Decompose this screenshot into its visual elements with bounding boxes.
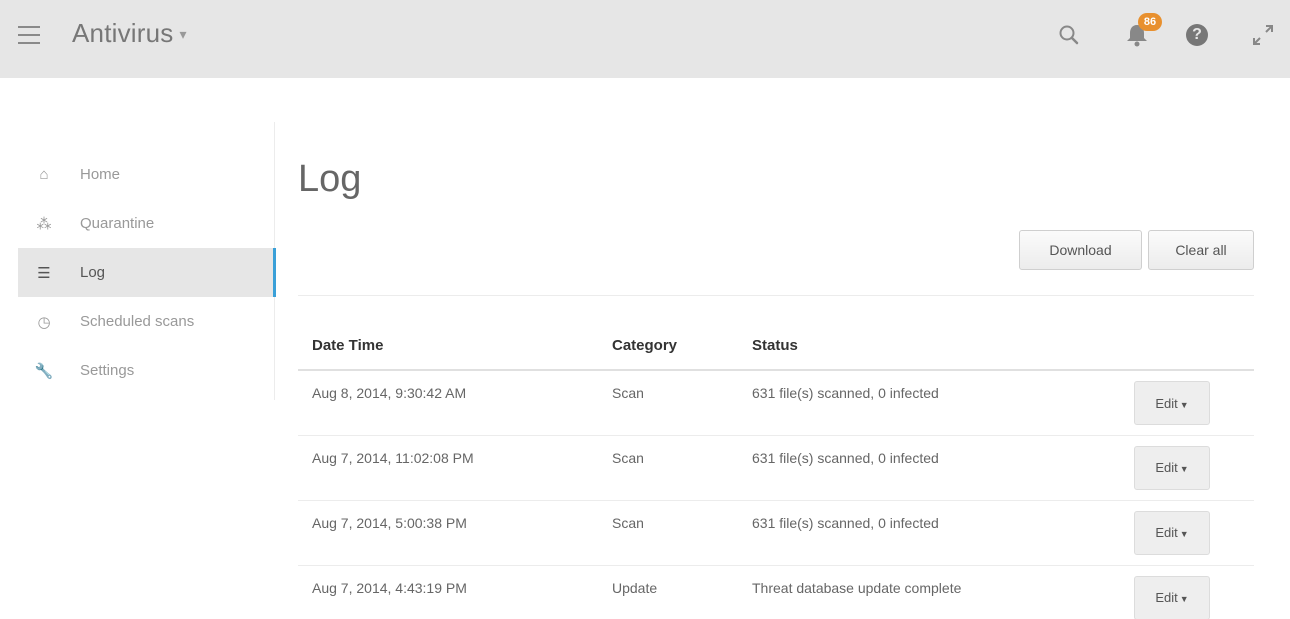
edit-dropdown-button[interactable]: Edit ▼ [1134,445,1210,490]
edit-label: Edit [1155,525,1178,540]
search-icon[interactable] [1058,24,1080,46]
sidebar-item-label: Scheduled scans [80,313,195,330]
clear-all-button[interactable]: Clear all [1148,230,1254,270]
sidebar-item-home[interactable]: ⌂ Home [18,150,276,199]
clock-icon: ◷ [37,313,51,331]
cell-status: 631 file(s) scanned, 0 infected [738,370,1120,436]
notification-badge: 86 [1138,13,1162,31]
cell-status: 631 file(s) scanned, 0 infected [738,500,1120,566]
cell-actions: Edit ▼ [1120,500,1254,566]
wrench-icon: 🔧 [34,362,54,380]
column-header-actions [1120,322,1254,371]
column-header-status[interactable]: Status [738,322,1120,371]
cell-category: Scan [598,435,738,501]
caret-down-icon: ▼ [1179,399,1189,410]
sidebar-item-label: Settings [80,362,135,379]
cell-category: Scan [598,500,738,566]
chevron-down-icon: ▾ [179,26,187,42]
edit-dropdown-button[interactable]: Edit ▼ [1134,575,1210,619]
divider [298,295,1254,296]
caret-down-icon: ▼ [1179,529,1189,539]
sidebar-item-label: Quarantine [80,215,155,232]
biohazard-icon: ⁂ [36,215,52,233]
sidebar-item-label: Home [80,166,121,183]
app-title: Antivirus [72,18,174,48]
cell-date-time: Aug 7, 2014, 5:00:38 PM [298,500,598,566]
sidebar: ⌂ Home ⁂ Quarantine ☰ Log ◷ Scheduled sc… [18,150,276,395]
top-bar: Antivirus ▾ 86 ? [0,0,1290,78]
help-icon[interactable]: ? [1186,24,1208,46]
sidebar-item-log[interactable]: ☰ Log [18,248,276,297]
cell-actions: Edit ▼ [1120,565,1254,619]
app-title-dropdown[interactable]: Antivirus ▾ [72,18,187,49]
table-row: Aug 7, 2014, 11:02:08 PM Scan 631 file(s… [298,435,1254,501]
page-title: Log [298,158,362,200]
column-header-date-time[interactable]: Date Time [298,322,598,371]
download-button[interactable]: Download [1019,230,1142,270]
caret-down-icon: ▼ [1179,594,1189,604]
table-row: Aug 7, 2014, 5:00:38 PM Scan 631 file(s)… [298,500,1254,566]
cell-category: Scan [598,370,738,436]
sidebar-item-settings[interactable]: 🔧 Settings [18,346,276,395]
table-row: Aug 8, 2014, 9:30:42 AM Scan 631 file(s)… [298,370,1254,436]
sidebar-item-scheduled-scans[interactable]: ◷ Scheduled scans [18,297,276,346]
cell-actions: Edit ▼ [1120,435,1254,501]
cell-category: Update [598,565,738,619]
caret-down-icon: ▼ [1179,464,1189,474]
list-icon: ☰ [37,264,51,282]
edit-label: Edit [1155,590,1178,605]
sidebar-item-quarantine[interactable]: ⁂ Quarantine [18,199,276,248]
cell-status: 631 file(s) scanned, 0 infected [738,435,1120,501]
cell-actions: Edit ▼ [1120,370,1254,436]
edit-label: Edit [1155,395,1178,411]
cell-date-time: Aug 7, 2014, 11:02:08 PM [298,435,598,501]
cell-status: Threat database update complete [738,565,1120,619]
home-icon: ⌂ [39,166,49,183]
edit-dropdown-button[interactable]: Edit ▼ [1134,381,1210,425]
table-row: Aug 7, 2014, 4:43:19 PM Update Threat da… [298,565,1254,619]
cell-date-time: Aug 8, 2014, 9:30:42 AM [298,370,598,436]
expand-icon[interactable] [1250,22,1276,48]
edit-dropdown-button[interactable]: Edit ▼ [1134,510,1210,555]
sidebar-item-label: Log [80,264,106,281]
edit-label: Edit [1155,460,1178,475]
table-header-row: Date Time Category Status [298,322,1254,371]
cell-date-time: Aug 7, 2014, 4:43:19 PM [298,565,598,619]
log-table: Date Time Category Status Aug 8, 2014, 9… [298,322,1254,619]
hamburger-menu-icon[interactable] [18,26,40,44]
column-header-category[interactable]: Category [598,322,738,371]
